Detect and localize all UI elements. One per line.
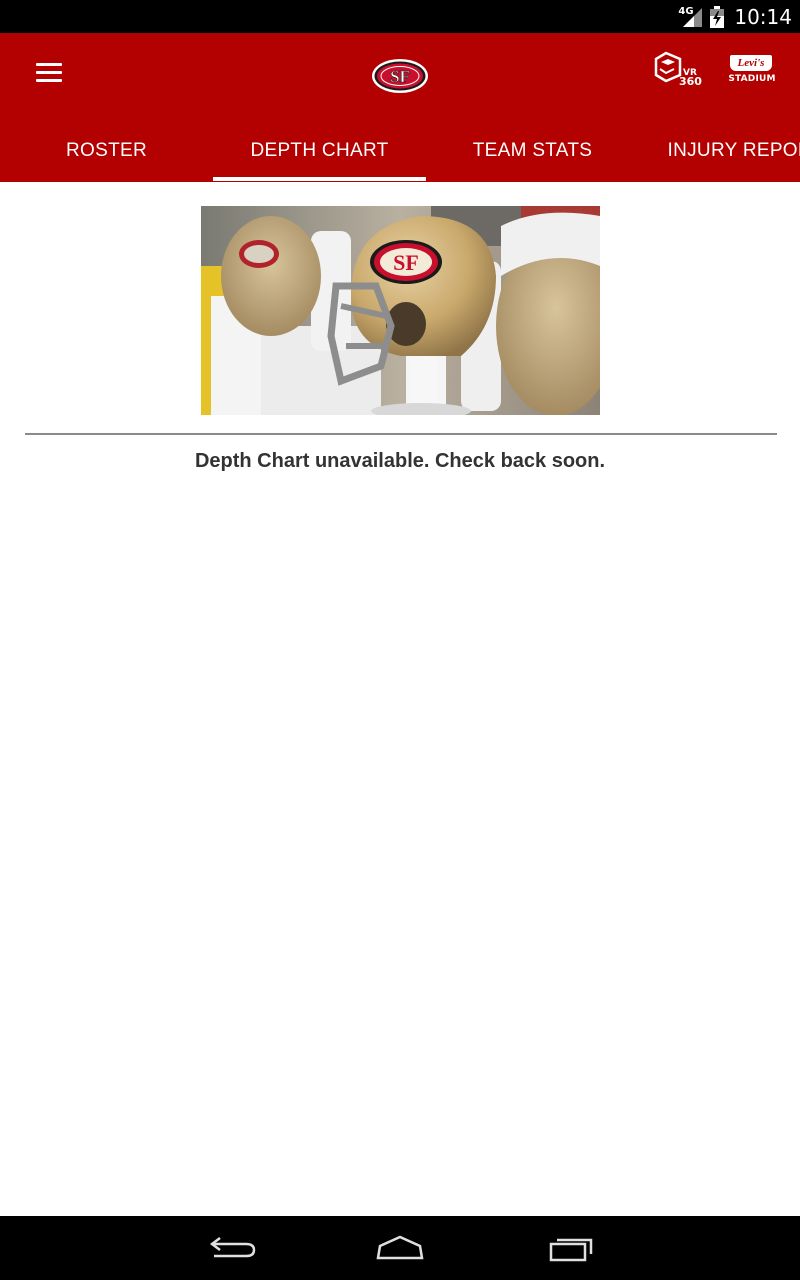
tab-bar: ROSTER DEPTH CHART TEAM STATS INJURY REP… <box>0 131 800 182</box>
levis-logo: Levi's <box>730 55 772 71</box>
helmets-image: SF <box>201 206 600 415</box>
status-icons: 4G 10:14 <box>678 0 792 33</box>
signal-icon: 4G <box>678 6 704 28</box>
status-time: 10:14 <box>734 4 792 29</box>
app-screen: 4G 10:14 SF VR 360 Levi's STADIUM ROSTER… <box>0 0 800 1280</box>
svg-text:SF: SF <box>390 67 410 86</box>
unavailable-message: Depth Chart unavailable. Check back soon… <box>194 450 606 472</box>
tab-depth-chart[interactable]: DEPTH CHART <box>213 131 426 182</box>
home-icon[interactable] <box>370 1228 430 1268</box>
svg-text:360: 360 <box>679 75 702 88</box>
49ers-logo-icon: SF <box>372 59 428 93</box>
svg-text:SF: SF <box>393 250 419 275</box>
selected-tab-indicator <box>213 177 426 181</box>
tab-team-stats[interactable]: TEAM STATS <box>426 131 639 182</box>
battery-icon <box>710 5 725 28</box>
divider <box>25 433 777 435</box>
stadium-label: STADIUM <box>728 74 776 84</box>
hamburger-menu-icon[interactable] <box>28 53 70 91</box>
system-nav-bar <box>0 1216 800 1280</box>
tab-roster[interactable]: ROSTER <box>0 131 213 182</box>
status-bar: 4G 10:14 <box>0 0 800 33</box>
levis-stadium-button[interactable]: Levi's STADIUM <box>726 53 778 89</box>
recents-icon[interactable] <box>541 1228 601 1268</box>
app-header: SF VR 360 Levi's STADIUM ROSTER DEPTH CH… <box>0 33 800 182</box>
back-icon[interactable] <box>200 1228 260 1268</box>
vr-360-icon[interactable]: VR 360 <box>654 51 702 91</box>
tab-injury-report[interactable]: INJURY REPORT <box>639 131 800 182</box>
